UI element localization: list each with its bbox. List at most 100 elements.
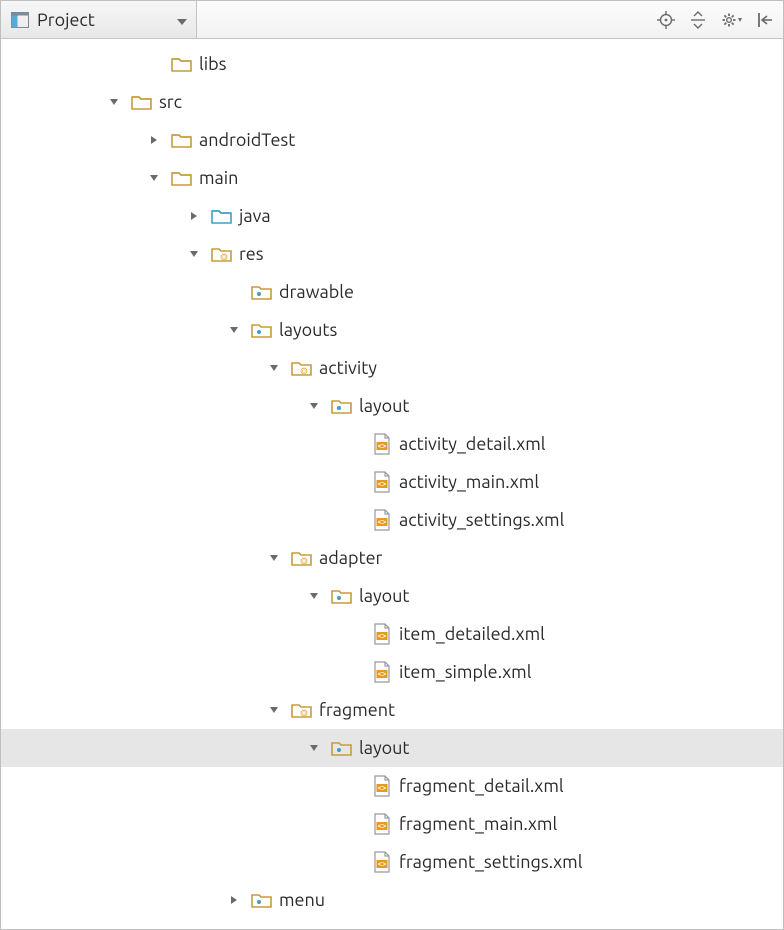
tree-row[interactable]: layout [1, 577, 783, 615]
tree-row[interactable]: <> fragment_detail.xml [1, 767, 783, 805]
folder-dot-icon [251, 889, 273, 911]
tree-row[interactable]: main [1, 159, 783, 197]
project-panel-icon [9, 9, 31, 31]
tree-row[interactable]: <> fragment_settings.xml [1, 843, 783, 881]
toolbar: Project [1, 1, 783, 39]
tree-node-label: item_simple.xml [399, 662, 531, 682]
expander-none [347, 627, 361, 641]
tree-row[interactable]: <> activity_detail.xml [1, 425, 783, 463]
expander-open-icon[interactable] [147, 171, 161, 185]
svg-text:<>: <> [378, 520, 386, 527]
tree-node-label: java [239, 206, 271, 226]
tree-node-label: fragment [319, 700, 395, 720]
gear-icon[interactable] [721, 11, 743, 29]
svg-text:<>: <> [378, 824, 386, 831]
expander-open-icon[interactable] [307, 589, 321, 603]
folder-dot-icon [331, 737, 353, 759]
tree-row[interactable]: <> item_detailed.xml [1, 615, 783, 653]
chevron-down-icon [176, 10, 188, 30]
folder-dot-icon [331, 395, 353, 417]
locate-target-icon[interactable] [657, 11, 675, 29]
folder-res-icon [291, 547, 313, 569]
tree-node-label: main [199, 168, 238, 188]
folder-dot-icon [251, 281, 273, 303]
tree-node-label: activity_detail.xml [399, 434, 546, 454]
tree-node-label: fragment_main.xml [399, 814, 557, 834]
tree-row[interactable]: fragment [1, 691, 783, 729]
xml-icon: <> [371, 661, 393, 683]
xml-icon: <> [371, 471, 393, 493]
tree-node-label: libs [199, 54, 226, 74]
tree-node-label: androidTest [199, 130, 295, 150]
folder-icon [171, 129, 193, 151]
tree-row[interactable]: adapter [1, 539, 783, 577]
tree-node-label: activity [319, 358, 377, 378]
tree-row[interactable]: res [1, 235, 783, 273]
folder-res-icon [211, 243, 233, 265]
tree-row[interactable]: layout [1, 387, 783, 425]
expander-open-icon[interactable] [227, 323, 241, 337]
tree-row[interactable]: androidTest [1, 121, 783, 159]
tree-row[interactable]: layout [1, 729, 783, 767]
tree-node-label: activity_main.xml [399, 472, 539, 492]
project-tree[interactable]: libs src androidTest mainjava res drawable lay… [1, 39, 783, 919]
hide-panel-icon[interactable] [757, 11, 775, 29]
folder-icon [131, 91, 153, 113]
expander-open-icon[interactable] [267, 703, 281, 717]
tree-node-label: layout [359, 738, 410, 758]
expander-none [347, 437, 361, 451]
expander-open-icon[interactable] [267, 551, 281, 565]
tree-row[interactable]: layouts [1, 311, 783, 349]
expander-closed-icon[interactable] [227, 893, 241, 907]
tree-node-label: fragment_settings.xml [399, 852, 582, 872]
tree-row[interactable]: <> item_simple.xml [1, 653, 783, 691]
tree-row[interactable]: menu [1, 881, 783, 919]
tree-node-label: layouts [279, 320, 337, 340]
svg-text:<>: <> [378, 634, 386, 641]
toolbar-actions [197, 1, 783, 38]
expander-open-icon[interactable] [267, 361, 281, 375]
tree-row[interactable]: <> fragment_main.xml [1, 805, 783, 843]
xml-icon: <> [371, 775, 393, 797]
xml-icon: <> [371, 813, 393, 835]
view-selector-label: Project [37, 10, 95, 30]
tree-node-label: activity_settings.xml [399, 510, 564, 530]
expander-open-icon[interactable] [307, 741, 321, 755]
tree-row[interactable]: activity [1, 349, 783, 387]
xml-icon: <> [371, 509, 393, 531]
folder-icon [171, 53, 193, 75]
expander-none [347, 817, 361, 831]
tree-node-label: res [239, 244, 264, 264]
xml-icon: <> [371, 851, 393, 873]
expander-none [347, 855, 361, 869]
expander-closed-icon[interactable] [187, 209, 201, 223]
folder-res-icon [291, 357, 313, 379]
svg-text:<>: <> [378, 482, 386, 489]
tree-node-label: fragment_detail.xml [399, 776, 564, 796]
expander-open-icon[interactable] [307, 399, 321, 413]
tree-node-label: layout [359, 586, 410, 606]
view-selector-button[interactable]: Project [1, 1, 197, 38]
expander-none [147, 57, 161, 71]
expander-none [227, 285, 241, 299]
tree-row[interactable]: src [1, 83, 783, 121]
tree-row[interactable]: libs [1, 45, 783, 83]
tree-row[interactable]: <> activity_main.xml [1, 463, 783, 501]
tree-row[interactable]: java [1, 197, 783, 235]
folder-cyan-icon [211, 205, 233, 227]
collapse-all-icon[interactable] [689, 11, 707, 29]
expander-open-icon[interactable] [187, 247, 201, 261]
xml-icon: <> [371, 433, 393, 455]
tree-row[interactable]: drawable [1, 273, 783, 311]
xml-icon: <> [371, 623, 393, 645]
expander-none [347, 665, 361, 679]
folder-dot-icon [331, 585, 353, 607]
svg-text:<>: <> [378, 444, 386, 451]
tree-node-label: layout [359, 396, 410, 416]
tree-node-label: adapter [319, 548, 382, 568]
tree-node-label: item_detailed.xml [399, 624, 545, 644]
tree-row[interactable]: <> activity_settings.xml [1, 501, 783, 539]
expander-closed-icon[interactable] [147, 133, 161, 147]
expander-open-icon[interactable] [107, 95, 121, 109]
expander-none [347, 779, 361, 793]
